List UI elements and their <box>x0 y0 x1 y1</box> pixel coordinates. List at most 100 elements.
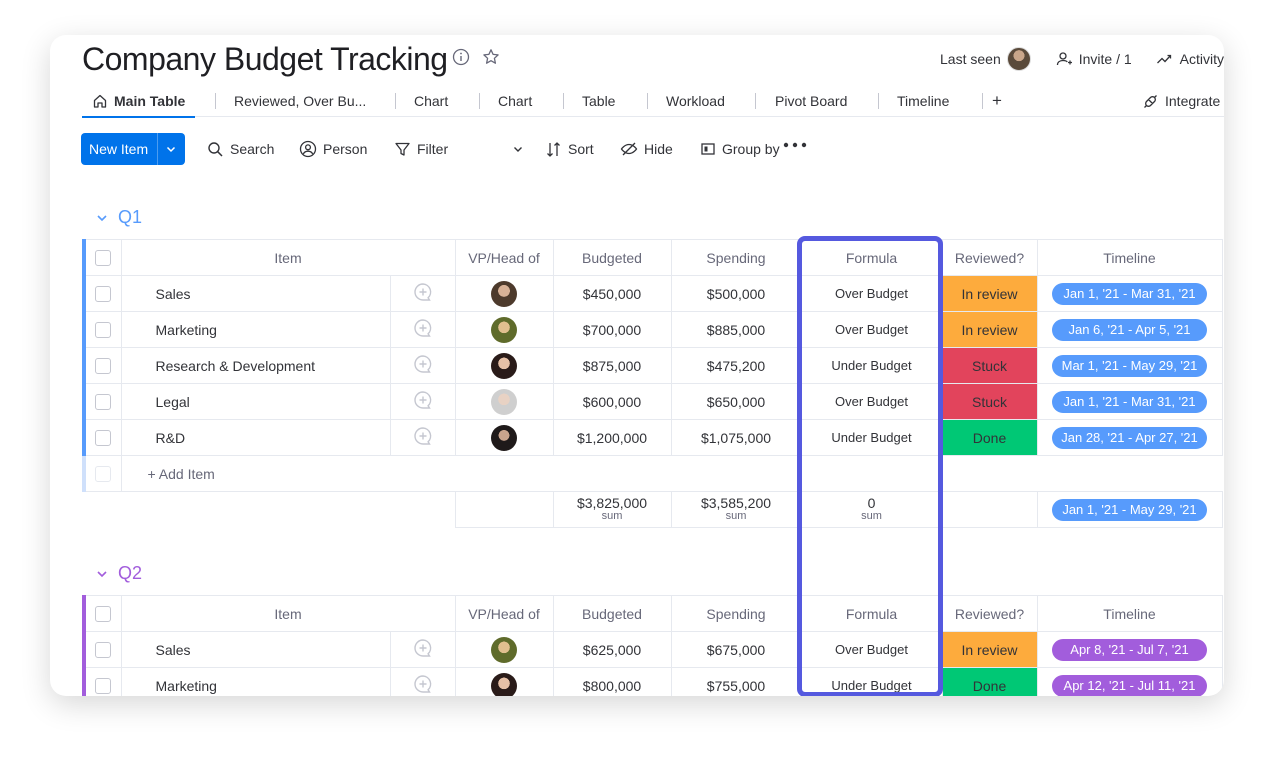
sort-button[interactable]: Sort <box>545 133 594 165</box>
column-header-spending[interactable]: Spending <box>670 239 802 276</box>
item-name[interactable]: R&D <box>120 419 391 456</box>
filter-button[interactable]: Filter <box>394 133 448 165</box>
tab-chart-2[interactable]: Chart <box>498 85 532 117</box>
search-button[interactable]: Search <box>207 133 274 165</box>
spending-cell[interactable]: $675,000 <box>670 631 802 668</box>
add-update-icon[interactable] <box>413 638 433 658</box>
table-row[interactable]: Sales $625,000 $675,000 Over Budget In revie… <box>82 631 1223 668</box>
column-header-formula[interactable]: Formula <box>800 595 943 632</box>
checkbox[interactable] <box>95 606 112 623</box>
timeline-cell[interactable]: Jan 6, '21 - Apr 5, '21 <box>1036 311 1223 348</box>
budgeted-cell[interactable]: $800,000 <box>552 667 672 696</box>
avatar[interactable] <box>491 316 517 343</box>
spending-cell[interactable]: $755,000 <box>670 667 802 696</box>
avatar[interactable] <box>491 636 517 663</box>
tab-pivot-board[interactable]: Pivot Board <box>775 85 847 117</box>
column-header-timeline[interactable]: Timeline <box>1036 595 1223 632</box>
row-checkbox-cell[interactable] <box>82 311 122 348</box>
board-title[interactable]: Company Budget Tracking <box>82 39 448 79</box>
add-update-icon[interactable] <box>413 426 433 446</box>
group-by-button[interactable]: Group by <box>700 133 780 165</box>
column-header-timeline[interactable]: Timeline <box>1036 239 1223 276</box>
new-item-dropdown[interactable] <box>157 133 184 165</box>
checkbox[interactable] <box>95 286 112 303</box>
table-row[interactable]: Marketing $800,000 $755,000 Under Budget Don… <box>82 667 1223 696</box>
timeline-cell[interactable]: Jan 1, '21 - Mar 31, '21 <box>1036 275 1223 312</box>
updates-cell[interactable] <box>389 667 456 696</box>
row-checkbox-cell[interactable] <box>82 383 122 420</box>
tab-table[interactable]: Table <box>582 85 615 117</box>
budgeted-cell[interactable]: $700,000 <box>552 311 672 348</box>
tab-timeline[interactable]: Timeline <box>897 85 949 117</box>
budgeted-cell[interactable]: $875,000 <box>552 347 672 384</box>
checkbox[interactable] <box>95 358 112 375</box>
add-update-icon[interactable] <box>413 390 433 410</box>
column-header-item[interactable]: Item <box>120 595 456 632</box>
spending-cell[interactable]: $500,000 <box>670 275 802 312</box>
add-update-icon[interactable] <box>413 354 433 374</box>
more-options-button[interactable] <box>783 129 807 161</box>
item-name[interactable]: Legal <box>120 383 391 420</box>
checkbox[interactable] <box>95 430 112 447</box>
timeline-pill[interactable]: Jan 1, '21 - Mar 31, '21 <box>1052 390 1207 413</box>
spending-cell[interactable]: $650,000 <box>670 383 802 420</box>
column-header-reviewed[interactable]: Reviewed? <box>941 239 1038 276</box>
row-checkbox-cell[interactable] <box>82 347 122 384</box>
integrate-button[interactable]: Integrate <box>1142 85 1220 117</box>
updates-cell[interactable] <box>389 275 456 312</box>
table-row[interactable]: Sales $450,000 $500,000 Over Budget In revie… <box>82 275 1223 312</box>
vp-cell[interactable] <box>454 631 554 668</box>
spending-cell[interactable]: $475,200 <box>670 347 802 384</box>
status-badge[interactable]: Done <box>941 667 1038 696</box>
vp-cell[interactable] <box>454 347 554 384</box>
column-header-formula[interactable]: Formula <box>800 239 943 276</box>
spending-cell[interactable]: $1,075,000 <box>670 419 802 456</box>
timeline-cell[interactable]: Apr 8, '21 - Jul 7, '21 <box>1036 631 1223 668</box>
table-row[interactable]: Marketing $700,000 $885,000 Over Budget In r… <box>82 311 1223 348</box>
timeline-cell[interactable]: Mar 1, '21 - May 29, '21 <box>1036 347 1223 384</box>
avatar[interactable] <box>491 280 517 307</box>
updates-cell[interactable] <box>389 311 456 348</box>
hide-button[interactable]: Hide <box>620 133 673 165</box>
status-badge[interactable]: In review <box>941 311 1038 348</box>
avatar[interactable] <box>491 352 517 379</box>
checkbox[interactable] <box>95 250 112 267</box>
timeline-pill[interactable]: Jan 28, '21 - Apr 27, '21 <box>1052 426 1207 449</box>
vp-cell[interactable] <box>454 419 554 456</box>
tab-reviewed-over-budget[interactable]: Reviewed, Over Bu... <box>234 85 366 117</box>
select-all-cell[interactable] <box>82 239 122 276</box>
updates-cell[interactable] <box>389 631 456 668</box>
checkbox[interactable] <box>95 322 112 339</box>
status-badge[interactable]: Stuck <box>941 383 1038 420</box>
timeline-cell[interactable]: Jan 1, '21 - Mar 31, '21 <box>1036 383 1223 420</box>
row-checkbox-cell[interactable] <box>82 667 122 696</box>
vp-cell[interactable] <box>454 275 554 312</box>
budgeted-cell[interactable]: $600,000 <box>552 383 672 420</box>
updates-cell[interactable] <box>389 383 456 420</box>
table-row[interactable]: Research & Development $875,000 $475,200 Un… <box>82 347 1223 384</box>
avatar[interactable] <box>491 672 517 696</box>
column-header-budgeted[interactable]: Budgeted <box>552 595 672 632</box>
timeline-pill[interactable]: Apr 12, '21 - Jul 11, '21 <box>1052 674 1207 696</box>
person-filter-button[interactable]: Person <box>299 133 367 165</box>
timeline-pill[interactable]: Apr 8, '21 - Jul 7, '21 <box>1052 638 1207 661</box>
item-name[interactable]: Marketing <box>120 311 391 348</box>
vp-cell[interactable] <box>454 383 554 420</box>
timeline-pill[interactable]: Jan 1, '21 - Mar 31, '21 <box>1052 282 1207 305</box>
add-update-icon[interactable] <box>413 282 433 302</box>
status-badge[interactable]: Done <box>941 419 1038 456</box>
status-badge[interactable]: In review <box>941 275 1038 312</box>
avatar[interactable] <box>491 424 517 451</box>
timeline-pill[interactable]: Jan 6, '21 - Apr 5, '21 <box>1052 318 1207 341</box>
select-all-cell[interactable] <box>82 595 122 632</box>
star-icon[interactable] <box>482 48 500 66</box>
chevron-down-icon[interactable] <box>96 568 108 580</box>
invite-button[interactable]: Invite / 1 <box>1055 50 1132 68</box>
tab-workload[interactable]: Workload <box>666 85 725 117</box>
checkbox[interactable] <box>95 642 112 659</box>
column-header-vp[interactable]: VP/Head of <box>454 595 554 632</box>
last-seen[interactable]: Last seen <box>940 47 1031 71</box>
timeline-cell[interactable]: Jan 28, '21 - Apr 27, '21 <box>1036 419 1223 456</box>
table-row[interactable]: R&D $1,200,000 $1,075,000 Under Budget Done J… <box>82 419 1223 456</box>
budgeted-cell[interactable]: $625,000 <box>552 631 672 668</box>
